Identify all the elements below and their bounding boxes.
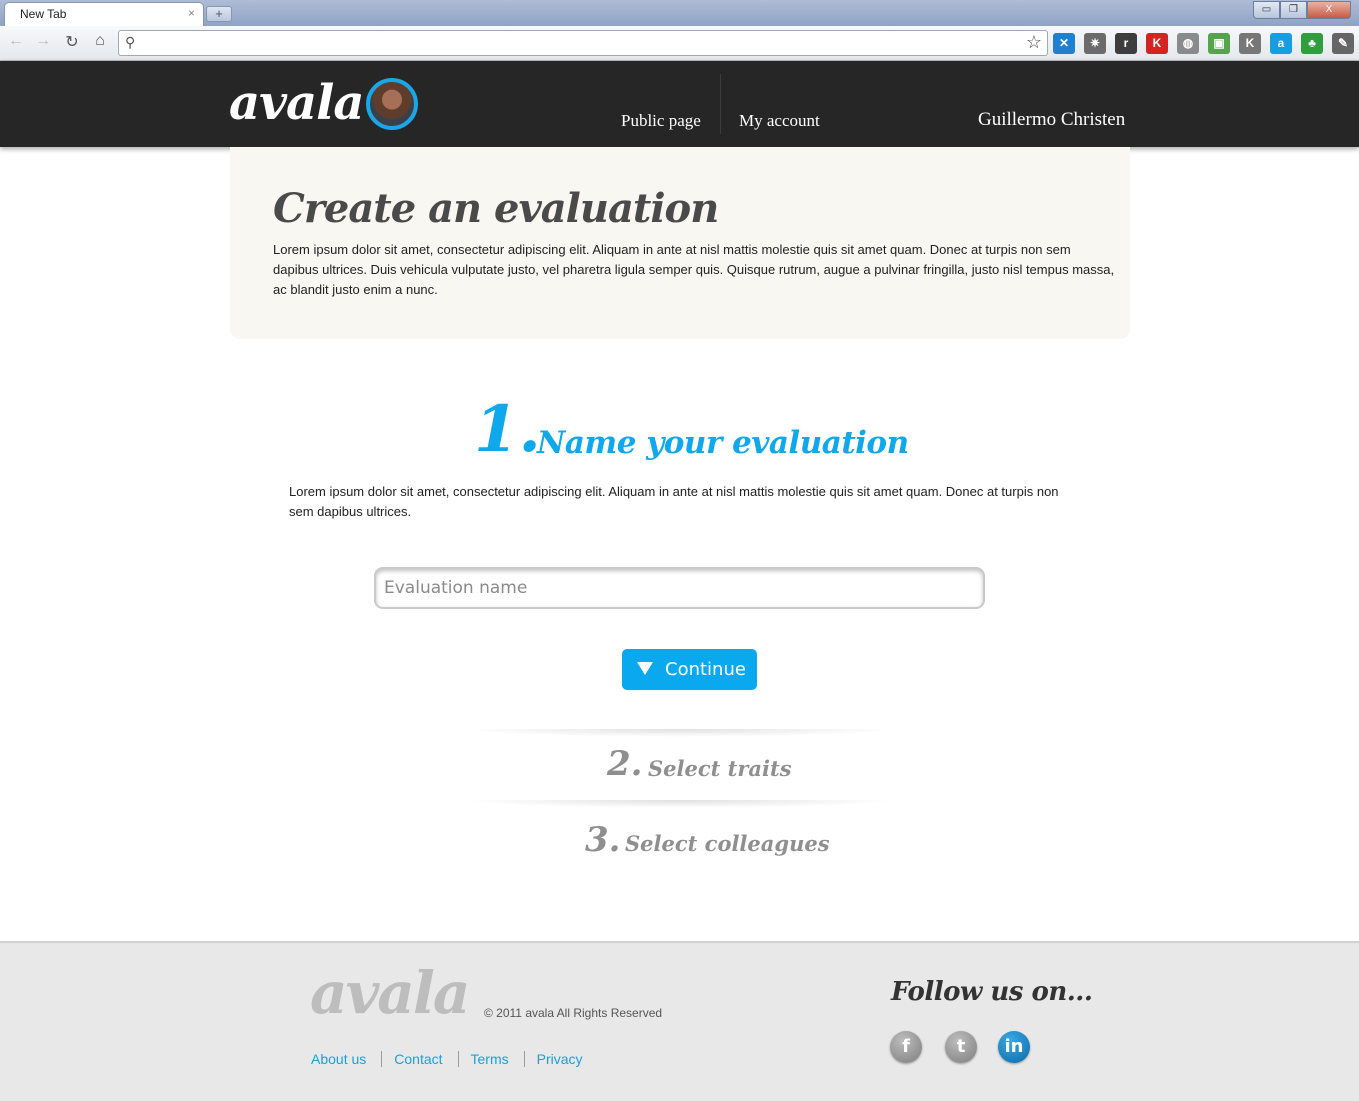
k-extension-icon[interactable]: K (1239, 33, 1261, 54)
new-tab-button[interactable]: + (206, 6, 232, 22)
step-divider (460, 800, 900, 808)
footer-link-terms[interactable]: Terms (457, 1051, 524, 1067)
step3-number: 3. (585, 820, 621, 860)
nav-my-account[interactable]: My account (739, 111, 820, 131)
step3-title: Select colleagues (625, 831, 830, 856)
address-bar[interactable]: ⚲ ☆ (118, 30, 1048, 56)
step1-description: Lorem ipsum dolor sit amet, consectetur … (289, 484, 1059, 519)
step1-number: 1. (474, 392, 541, 467)
x-extension-icon[interactable]: ✕ (1053, 33, 1075, 54)
continue-button[interactable]: Continue (622, 649, 757, 690)
site-header: avala Public page My account Guillermo C… (0, 61, 1359, 147)
down-arrow-icon (637, 662, 653, 675)
step2-title: Select traits (648, 756, 792, 781)
step2-number: 2. (607, 744, 643, 784)
nav-public-page[interactable]: Public page (621, 111, 701, 131)
restore-button[interactable]: ❐ (1280, 1, 1307, 19)
nav-divider (720, 74, 721, 134)
linkedin-icon[interactable]: in (998, 1031, 1030, 1063)
footer-link-about[interactable]: About us (311, 1051, 381, 1067)
user-name-link[interactable]: Guillermo Christen (978, 109, 1125, 131)
window-controls: ▭ ❐ X (1253, 1, 1351, 19)
site-footer: avala © 2011 avala All Rights Reserved A… (0, 941, 1359, 1101)
bookmark-star-icon[interactable]: ☆ (1026, 32, 1042, 53)
close-window-button[interactable]: X (1307, 1, 1351, 19)
browser-titlebar: New Tab × + ▭ ❐ X (0, 0, 1359, 26)
footer-link-contact[interactable]: Contact (381, 1051, 457, 1067)
power-extension-icon[interactable]: ◍ (1177, 33, 1199, 54)
hero-panel: Create an evaluation Lorem ipsum dolor s… (230, 147, 1130, 339)
facebook-icon[interactable]: f (890, 1031, 922, 1063)
browser-toolbar: ← → ↻ ⌂ ⚲ ☆ ✕ ✷ r K ◍ ▣ Ka ♣ ✎ (0, 26, 1359, 61)
search-icon: ⚲ (125, 34, 136, 50)
leaf-extension-icon[interactable]: ♣ (1301, 33, 1323, 54)
forward-button[interactable]: → (32, 32, 54, 50)
hero-description: Lorem ipsum dolor sit amet, consectetur … (273, 242, 1115, 297)
tab-title: New Tab (20, 7, 67, 21)
follow-us-title: Follow us on... (891, 977, 1093, 1007)
windows-extension-icon[interactable]: ▣ (1208, 33, 1230, 54)
browser-tab[interactable]: New Tab × (4, 2, 204, 26)
minimize-button[interactable]: ▭ (1253, 1, 1280, 19)
user-avatar[interactable] (366, 78, 418, 130)
extension-icons: ✕ ✷ r K ◍ ▣ Ka ♣ ✎ (1053, 33, 1354, 54)
twitter-icon[interactable]: t (945, 1031, 977, 1063)
reader-extension-icon[interactable]: r (1115, 33, 1137, 54)
a-extension-icon[interactable]: a (1270, 33, 1292, 54)
page-title: Create an evaluation (273, 185, 719, 232)
step1-title: Name your evaluation (537, 425, 909, 461)
wrench-icon[interactable]: ✎ (1332, 33, 1354, 54)
footer-links: About us Contact Terms Privacy (311, 1051, 598, 1067)
footer-link-privacy[interactable]: Privacy (523, 1051, 598, 1067)
back-button[interactable]: ← (5, 32, 27, 50)
footer-logo[interactable]: avala (310, 959, 470, 1027)
home-button[interactable]: ⌂ (89, 32, 111, 50)
reload-button[interactable]: ↻ (61, 32, 83, 52)
site-logo[interactable]: avala (229, 75, 364, 131)
continue-label: Continue (665, 659, 746, 680)
gear-extension-icon[interactable]: ✷ (1084, 33, 1106, 54)
copyright-text: © 2011 avala All Rights Reserved (484, 1006, 663, 1020)
k-red-extension-icon[interactable]: K (1146, 33, 1168, 54)
evaluation-name-input[interactable] (374, 567, 985, 609)
tab-close-icon[interactable]: × (188, 6, 195, 20)
step-divider (460, 729, 900, 737)
